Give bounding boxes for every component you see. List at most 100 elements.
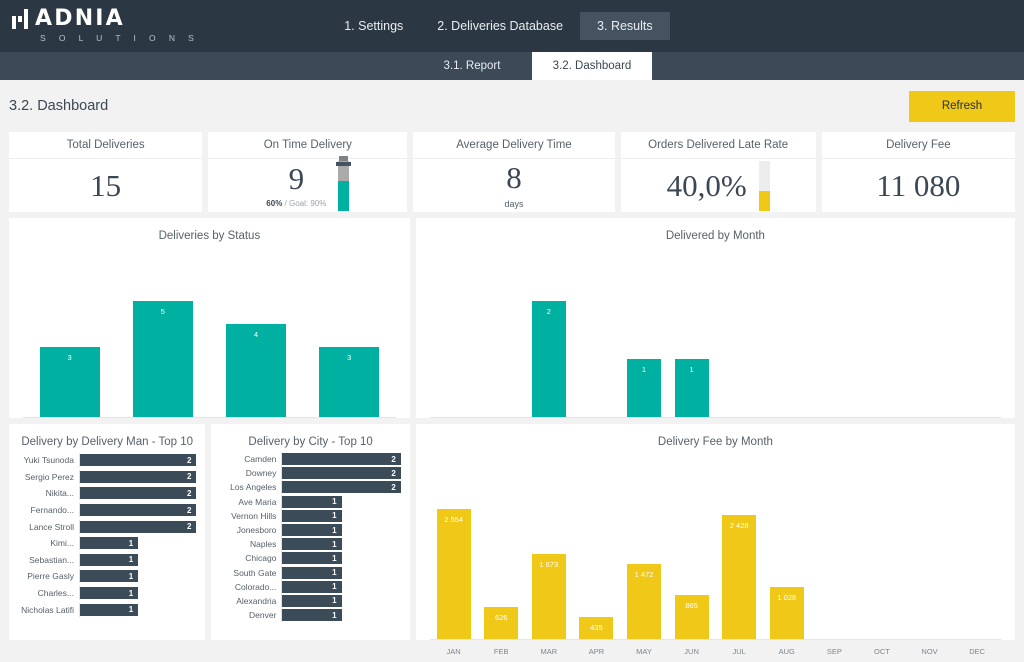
kpi-card-delivery-fee: Delivery Fee11 080 [822,132,1015,212]
bar-track: 2 [281,466,400,480]
bar-value-label: 1 [642,365,646,417]
bar-value-label: 2 [391,483,395,492]
bar: 4 [226,324,286,417]
kpi-body: 15 [9,159,202,212]
bar: 1 [675,359,709,417]
bar-column [715,284,763,417]
kpi-goal-current: 60% [266,199,282,208]
bar-column [906,284,954,417]
bar-column: 626 [477,490,525,639]
category-label: Sergio Perez [13,472,79,482]
category-label: South Gate [215,568,281,578]
gauge-fill [338,181,349,211]
bar-value-label: 1 028 [777,593,796,639]
bar: 1 [282,524,341,536]
bar-track: 1 [281,580,400,594]
category-label: Naples [215,539,281,549]
bar-column [953,490,1001,639]
nav-item-settings[interactable]: 1. Settings [327,12,420,40]
bar-column [906,490,954,639]
bar: 2 [282,481,400,493]
category-label: Nicholas Latifi [13,605,79,615]
bar: 2 [80,504,196,516]
chart-delivered-by-month: Delivered by Month 211JANFEBMARAPRMAYJUN… [416,218,1015,418]
category-label: Nikita... [13,488,79,498]
tab-report[interactable]: 3.1. Report [412,52,532,80]
bar-row: Alexandria1 [215,594,400,608]
bar-row: Nicholas Latifi1 [13,601,196,618]
tab-dashboard[interactable]: 3.2. Dashboard [532,52,652,80]
kpi-title: On Time Delivery [208,132,407,159]
bar: 1 [80,537,138,549]
x-axis-tick-label: JAN [430,647,478,656]
bar-value-label: 1 [332,596,336,605]
bar-column: 5 [116,284,209,417]
bar-value-label: 1 [332,554,336,563]
bar-row: South Gate1 [215,566,400,580]
bar: 5 [133,301,193,417]
bar: 2 [282,453,400,465]
bar-row: Vernon Hills1 [215,509,400,523]
kpi-body: 40,0% [621,159,816,212]
bar-row: Chicago1 [215,551,400,565]
chart-delivery-by-city: Delivery by City - Top 10 Camden2Downey2… [211,424,409,640]
bar: 2 554 [437,509,471,639]
bar-row: Fernando...2 [13,502,196,519]
kpi-title: Total Deliveries [9,132,202,159]
bar-value-label: 5 [161,307,165,417]
bar-track: 2 [79,503,196,517]
chart-title: Delivered by Month [416,218,1015,244]
bar-value-label: 1 472 [635,570,654,639]
bar-column: 435 [573,490,621,639]
top-navigation-bar: ADNIA S O L U T I O N S 1. Settings 2. D… [0,0,1024,52]
bar-row: Ave Maria1 [215,495,400,509]
bar-column: 3 [303,284,396,417]
category-label: Kimi... [13,538,79,548]
bar: 1 [282,538,341,550]
bar-column: 4 [209,284,302,417]
category-label: Camden [215,454,281,464]
kpi-value-group: 15 [90,170,121,201]
bar-value-label: 1 [129,539,133,548]
bar-value-label: 2 [187,522,191,531]
bar-column: 3 [23,284,116,417]
nav-item-results[interactable]: 3. Results [580,12,670,40]
category-label: Sebastian... [13,555,79,565]
category-label: Los Angeles [215,482,281,492]
bar-column [573,284,621,417]
bar: 2 [80,471,196,483]
bar-value-label: 3 [68,353,72,417]
bar-value-label: 1 [332,497,336,506]
bar-value-label: 4 [254,330,258,417]
refresh-button[interactable]: Refresh [909,91,1015,122]
bar-value-label: 435 [590,623,603,639]
brand-logo: ADNIA S O L U T I O N S [0,9,199,43]
kpi-body: 11 080 [822,159,1015,212]
bar-value-label: 1 [332,511,336,520]
x-axis-tick-label: FEB [477,647,525,656]
kpi-card-average-delivery-time: Average Delivery Time8days [413,132,614,212]
bar-row: Los Angeles 2 [215,480,400,494]
x-axis-tick-label: JUN [668,647,716,656]
bar-track: 2 [79,470,196,484]
bar: 2 [80,521,196,533]
nav-item-deliveries-database[interactable]: 2. Deliveries Database [420,12,580,40]
bar-column [811,490,859,639]
bar: 3 [319,347,379,417]
vertical-bar-chart: 2 5546261 6734351 4728652 4281 028JANFEB… [416,450,1015,662]
bar-column [430,284,478,417]
bar-row: Denver1 [215,608,400,622]
bar-value-label: 1 [129,589,133,598]
bar: 435 [579,617,613,639]
bar-value-label: 2 [547,307,551,417]
bar-track: 1 [79,569,196,583]
bar-track: 1 [281,537,400,551]
horizontal-bar-chart: Yuki Tsunoda2Sergio Perez2Nikita...2Fern… [9,450,205,624]
bar: 2 [532,301,566,417]
bar-track: 1 [281,594,400,608]
bar-track: 1 [79,603,196,617]
bar: 2 [80,454,196,466]
bar-column: 1 [620,284,668,417]
bar-column: 1 [668,284,716,417]
bar-column: 865 [668,490,716,639]
